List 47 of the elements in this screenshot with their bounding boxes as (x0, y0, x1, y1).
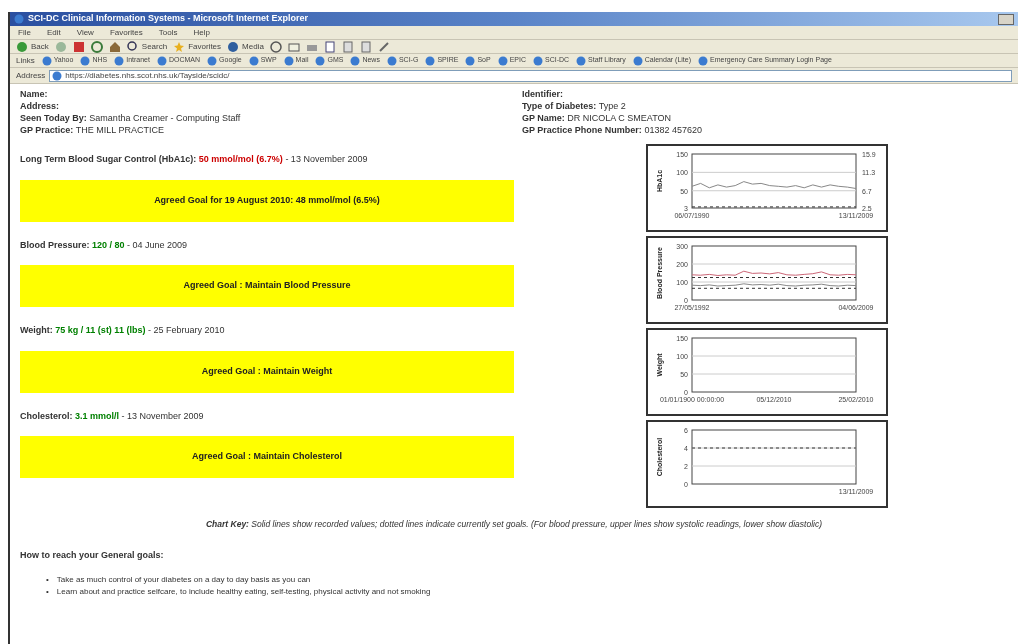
envelope-icon[interactable] (287, 40, 300, 53)
menu-item[interactable]: View (74, 26, 96, 39)
toolbar-button[interactable]: Back (16, 40, 49, 53)
chart-key-text: Chart Key: Solid lines show recorded values; dotted lines indicate currently set goals. (For blood pressure, upper lines show systolic readings, lower show diastolic) (205, 518, 823, 531)
measurement-line: Weight: 75 kg / 11 (st) 11 (lbs) - 25 February 2010 (20, 324, 226, 337)
menu-item[interactable]: Edit (44, 26, 63, 39)
house-icon[interactable] (108, 40, 121, 53)
goal-banner: Agreed Goal : Maintain Weight (20, 350, 514, 393)
patient-field: GP Practice: THE MILL PRACTICE (20, 124, 514, 136)
page-icon[interactable] (323, 40, 336, 53)
star-icon (173, 40, 186, 53)
address-field[interactable]: https://diabetes.nhs.scot.nhs.uk/Tayside/scidc/ (49, 69, 1012, 82)
window-close-button[interactable] (998, 13, 1014, 25)
bullet-marker: • (46, 586, 49, 599)
goal-banner: Agreed Goal : Maintain Cholesterol (20, 436, 514, 478)
goal-banner: Agreed Goal for 19 August 2010: 48 mmol/mol (6.5%) (20, 179, 514, 222)
goal-banner: Agreed Goal : Maintain Blood Pressure (20, 265, 514, 307)
measurement-line: Blood Pressure: 120 / 80 - 04 June 2009 (20, 238, 189, 252)
media-icon (227, 40, 240, 53)
menu-item[interactable]: File (16, 26, 33, 39)
bullet-marker: • (46, 574, 49, 587)
patient-field: GP Name: DR NICOLA C SMEATON (522, 112, 1008, 124)
patient-field: Address: (20, 100, 514, 112)
toolbar-button[interactable]: Search (126, 40, 168, 53)
menu-item[interactable]: Tools (156, 26, 180, 39)
links-label: Links (16, 54, 35, 67)
patient-field: Identifier: (522, 88, 1008, 100)
page-icon[interactable] (359, 40, 372, 53)
menu-item[interactable]: Favorites (107, 26, 145, 39)
patient-field: Name: (20, 88, 514, 100)
advice-item: Learn about and practice selfcare, to include healthy eating, self-testing, physical activity and not smoking (56, 586, 431, 599)
menu-item[interactable]: Help (191, 26, 212, 39)
stop-icon[interactable] (72, 40, 85, 53)
patient-field: Seen Today By: Samantha Creamer - Computing Staff (20, 112, 514, 124)
toolbar-button[interactable]: Favorites (173, 40, 222, 53)
refresh-icon[interactable] (90, 40, 103, 53)
search-icon (126, 40, 139, 53)
advice-item: Take as much control of your diabetes on a day to day basis as you can (56, 574, 311, 587)
measurement-line: Long Term Blood Sugar Control (HbA1c): 50 mmol/mol (6.7%) - 13 November 2009 (20, 153, 369, 166)
measurement-line: Cholesterol: 3.1 mmol/l - 13 November 2009 (20, 409, 205, 423)
advice-heading: How to reach your General goals: (20, 548, 164, 562)
patient-field: GP Practice Phone Number: 01382 457620 (522, 124, 1008, 136)
window-title: SCI-DC Clinical Information Systems - Microsoft Internet Explorer (28, 12, 309, 26)
address-label: Address (16, 69, 46, 82)
toolbar-button[interactable]: Media (227, 40, 264, 53)
page-icon[interactable] (341, 40, 354, 53)
patient-field: Type of Diabetes: Type 2 (522, 100, 1008, 112)
